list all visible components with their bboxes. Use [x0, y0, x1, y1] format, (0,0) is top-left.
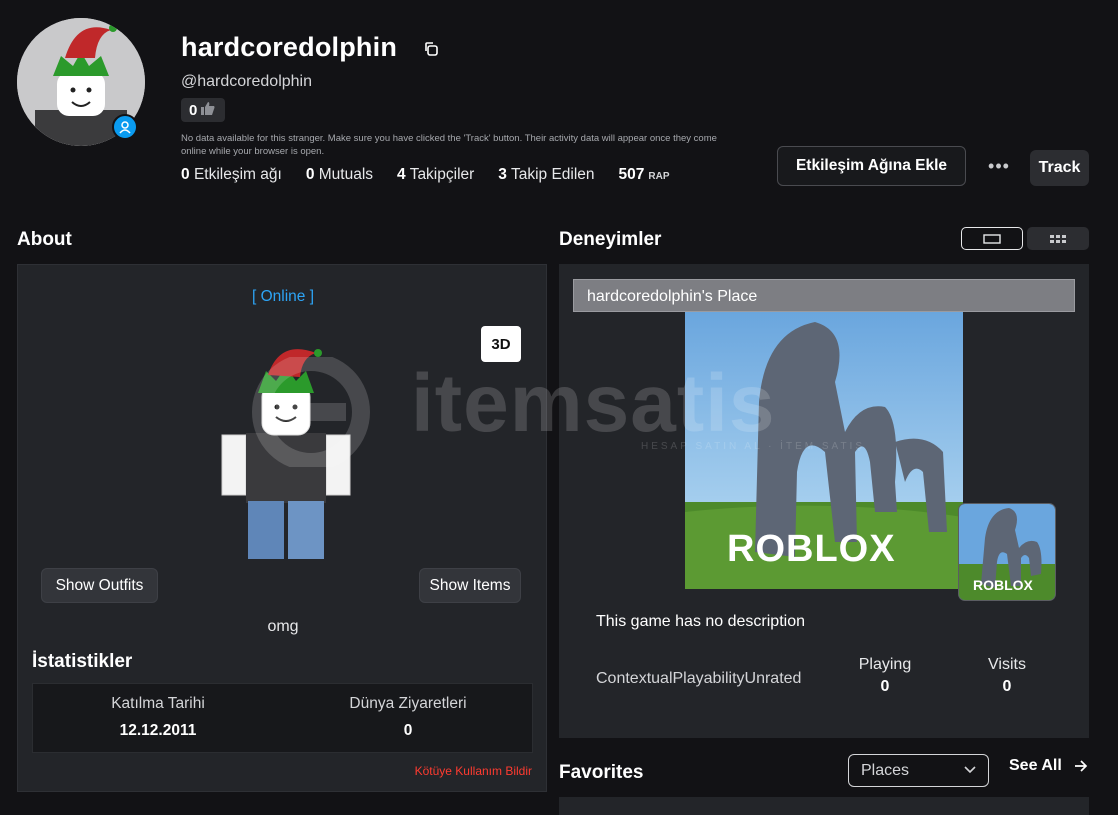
game-rating: ContextualPlayabilityUnrated: [596, 670, 802, 687]
see-all-link[interactable]: See All: [1009, 757, 1088, 775]
game-description: This game has no description: [596, 613, 805, 630]
visits-label: Visits: [988, 656, 1026, 673]
user-badge-icon: [112, 114, 138, 140]
roblox-logo-main: ROBLOX: [727, 528, 896, 570]
join-date-label: Katılma Tarihi: [111, 695, 205, 712]
playing-label: Playing: [858, 656, 912, 673]
playing-stat: Playing 0: [835, 656, 935, 696]
tracking-note: No data available for this stranger. Mak…: [181, 133, 717, 157]
report-abuse-link[interactable]: Kötüye Kullanım Bildir: [415, 764, 532, 778]
visits-stat: Visits 0: [957, 656, 1057, 696]
experiences-heading: Deneyimler: [559, 229, 662, 250]
avatar-render[interactable]: [218, 345, 358, 565]
thumbs-up-icon: [201, 101, 215, 119]
like-count: 0: [189, 101, 198, 119]
see-all-label: See All: [1009, 757, 1062, 774]
grid-view-icon: [1050, 234, 1066, 243]
roblox-logo-small: ROBLOX: [973, 577, 1033, 593]
profile-stats: 0 Etkileşim ağı 0 Mutuals 4 Takipçiler 3…: [181, 166, 670, 184]
visits-value: 0: [1002, 678, 1012, 695]
stat-network[interactable]: 0 Etkileşim ağı: [181, 166, 282, 184]
world-visits-label: Dünya Ziyaretleri: [349, 695, 467, 712]
favorites-filter-value: Places: [861, 762, 910, 779]
world-visits-stat: Dünya Ziyaretleri 0: [283, 695, 533, 740]
username-handle: @hardcoredolphin: [181, 73, 312, 90]
view-3d-button[interactable]: 3D: [481, 326, 521, 362]
about-heading: About: [17, 229, 72, 250]
join-date-stat: Katılma Tarihi 12.12.2011: [33, 695, 283, 740]
join-date-value: 12.12.2011: [119, 722, 197, 739]
favorites-panel: [559, 797, 1089, 815]
online-status: [ Online ]: [251, 288, 315, 305]
place-title[interactable]: hardcoredolphin's Place: [573, 279, 1075, 312]
grid-view-toggle[interactable]: [1027, 227, 1089, 250]
chevron-down-icon: [964, 766, 976, 774]
bio-text: omg: [267, 618, 299, 635]
arrow-right-icon: [1074, 760, 1087, 772]
copy-icon[interactable]: [423, 41, 439, 57]
stat-mutuals[interactable]: 0 Mutuals: [306, 166, 373, 184]
like-counter[interactable]: 0: [181, 98, 225, 122]
stat-rap: 507 RAP: [618, 166, 670, 183]
favorites-heading: Favorites: [559, 762, 644, 783]
display-name: hardcoredolphin: [181, 32, 398, 62]
stat-following[interactable]: 3 Takip Edilen: [498, 166, 594, 184]
more-options-icon[interactable]: •••: [985, 153, 1013, 179]
experience-card: hardcoredolphin's Place ROBLOX ROBLOX Th…: [559, 264, 1089, 738]
statistics-heading: İstatistikler: [32, 651, 133, 672]
favorites-filter-select[interactable]: Places: [848, 754, 989, 787]
playing-value: 0: [880, 678, 890, 695]
world-visits-value: 0: [403, 722, 413, 739]
statistics-box: Katılma Tarihi 12.12.2011 Dünya Ziyaretl…: [32, 683, 533, 753]
single-view-toggle[interactable]: [961, 227, 1023, 250]
place-thumbnail[interactable]: ROBLOX: [685, 312, 963, 589]
add-to-network-button[interactable]: Etkileşim Ağına Ekle: [777, 146, 966, 186]
stat-followers[interactable]: 4 Takipçiler: [397, 166, 474, 184]
single-view-icon: [983, 233, 1001, 244]
show-items-button[interactable]: Show Items: [419, 568, 521, 603]
about-panel: [ Online ] 3D Show Outfits Show Items om…: [17, 264, 547, 792]
place-icon-thumbnail[interactable]: ROBLOX: [958, 503, 1056, 601]
track-button[interactable]: Track: [1030, 150, 1089, 186]
show-outfits-button[interactable]: Show Outfits: [41, 568, 158, 603]
